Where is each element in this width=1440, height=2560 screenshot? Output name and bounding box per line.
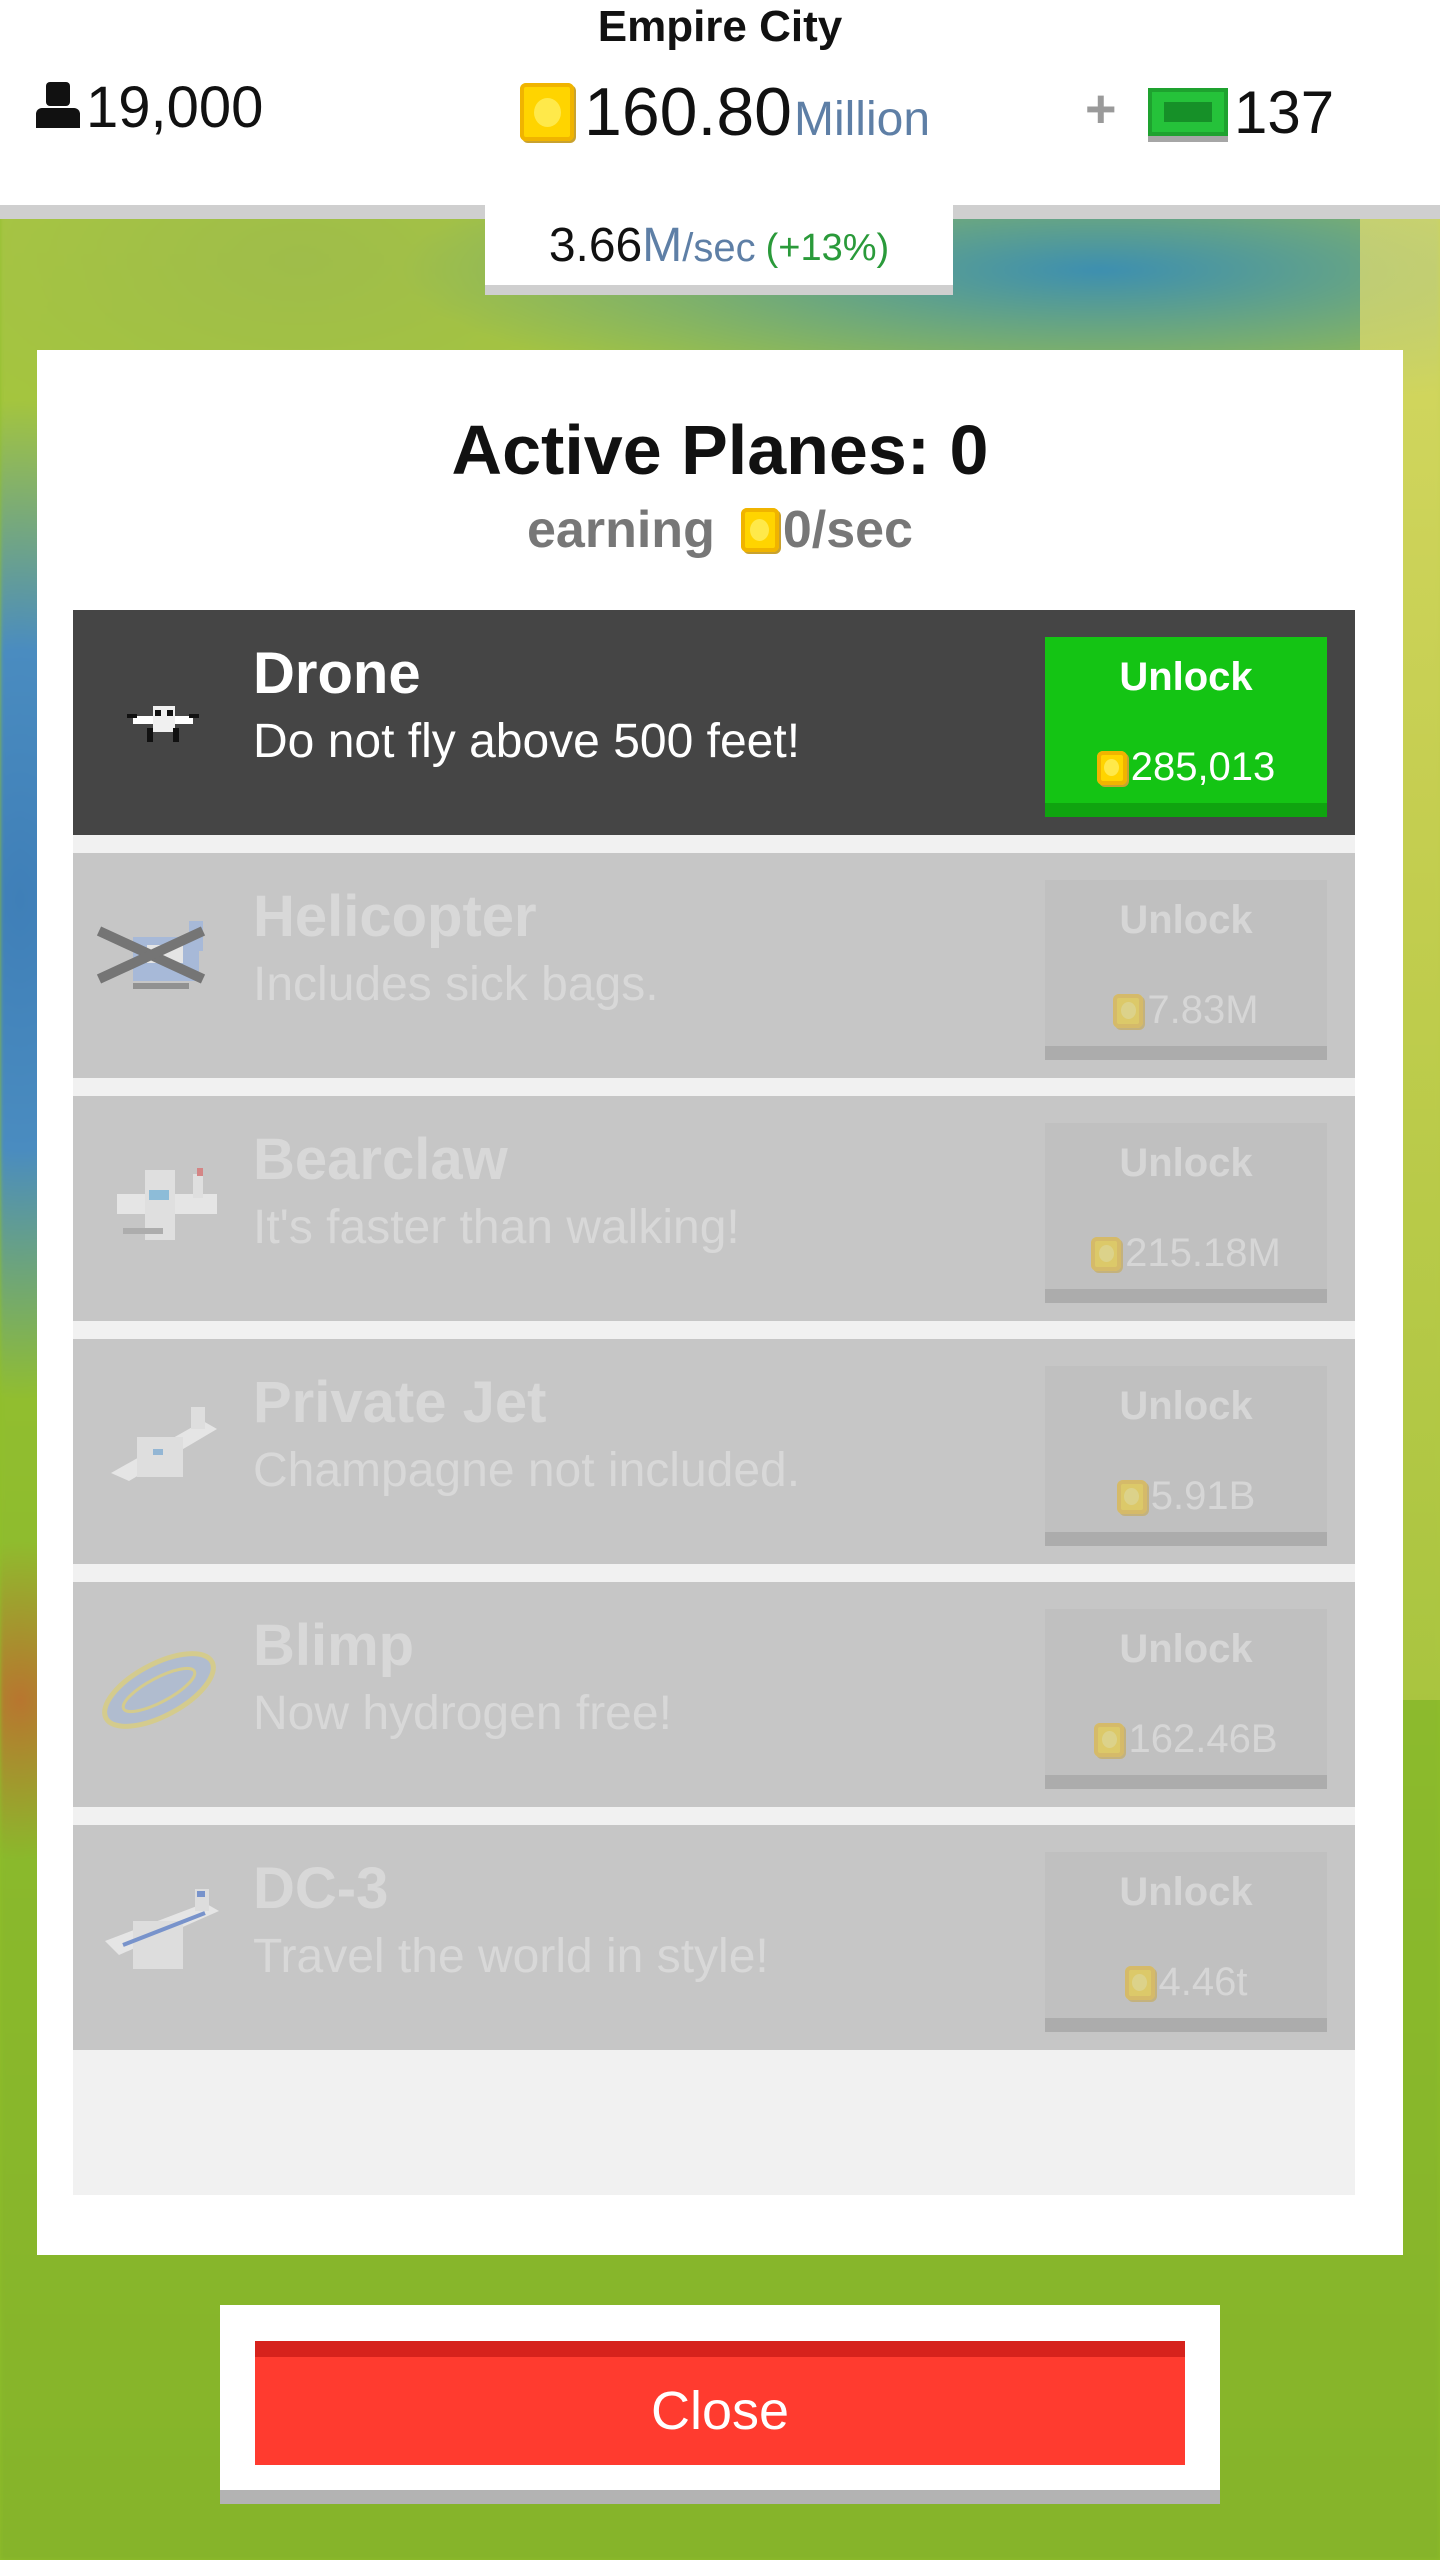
population-value: 19,000 <box>86 74 264 140</box>
earning-line: earning 0/sec <box>37 500 1403 560</box>
plane-name: Private Jet <box>253 1370 547 1435</box>
plane-description: It's faster than walking! <box>253 1201 740 1254</box>
unlock-price: 5.91B <box>1045 1474 1327 1519</box>
coin-icon <box>520 83 574 141</box>
income-bonus-percent: (+13%) <box>765 226 890 269</box>
blimp-icon <box>93 1620 233 1760</box>
coin-icon <box>1096 750 1127 785</box>
price-value: 5.91B <box>1150 1474 1256 1518</box>
helicopter-icon <box>93 891 233 1031</box>
coin-icon <box>1091 1236 1122 1271</box>
plane-description: Champagne not included. <box>253 1444 801 1497</box>
top-bar: Empire City 19,000 160.80 Million + 137 <box>0 0 1440 205</box>
money-unit: Million <box>793 92 931 146</box>
plane-row-drone: Drone Do not fly above 500 feet! Unlock … <box>73 610 1355 835</box>
plane-name: Bearclaw <box>253 1127 508 1192</box>
planes-panel: Active Planes: 0 earning 0/sec Drone Do … <box>37 350 1403 2255</box>
price-value: 285,013 <box>1130 745 1276 789</box>
coin-icon <box>1113 993 1144 1028</box>
cash-icon <box>1148 88 1228 136</box>
unlock-price: 285,013 <box>1045 745 1327 790</box>
plane-row-private-jet: Private Jet Champagne not included. Unlo… <box>73 1339 1355 1564</box>
money-display: 160.80 Million <box>520 72 930 152</box>
unlock-label: Unlock <box>1119 655 1253 699</box>
price-value: 7.83M <box>1147 988 1259 1032</box>
unlock-helicopter-button[interactable]: Unlock 7.83M <box>1045 880 1327 1060</box>
bucks-value: 137 <box>1234 78 1335 146</box>
unlock-price: 7.83M <box>1045 988 1327 1033</box>
unlock-label: Unlock <box>1119 898 1253 942</box>
unlock-label: Unlock <box>1119 1870 1253 1914</box>
unlock-price: 215.18M <box>1045 1231 1327 1276</box>
drone-icon <box>93 648 233 788</box>
coin-icon <box>1094 1722 1125 1757</box>
income-value: 3.66 <box>548 218 643 272</box>
plane-name: Helicopter <box>253 884 537 949</box>
plane-description: Now hydrogen free! <box>253 1687 672 1740</box>
bucks-display[interactable]: 137 <box>1148 72 1334 152</box>
plane-name: Drone <box>253 641 421 706</box>
unlock-drone-button[interactable]: Unlock 285,013 <box>1045 637 1327 817</box>
plane-name: Blimp <box>253 1613 415 1678</box>
plane-row-blimp: Blimp Now hydrogen free! Unlock 162.46B <box>73 1582 1355 1807</box>
close-button[interactable]: Close <box>255 2341 1185 2465</box>
unlock-label: Unlock <box>1119 1384 1253 1428</box>
close-button-frame: Close <box>220 2305 1220 2490</box>
coin-icon <box>1124 1965 1155 2000</box>
plane-row-bearclaw: Bearclaw It's faster than walking! Unloc… <box>73 1096 1355 1321</box>
close-frame-shadow <box>220 2490 1220 2504</box>
unlock-bearclaw-button[interactable]: Unlock 215.18M <box>1045 1123 1327 1303</box>
earning-label: earning <box>527 501 715 559</box>
income-rate-tab: 3.66 M /sec (+13%) <box>485 205 953 285</box>
unlock-label: Unlock <box>1119 1627 1253 1671</box>
planes-list[interactable]: Drone Do not fly above 500 feet! Unlock … <box>73 610 1355 2195</box>
private-jet-icon <box>93 1377 233 1517</box>
bearclaw-plane-icon <box>93 1134 233 1274</box>
plane-description: Includes sick bags. <box>253 958 659 1011</box>
unlock-label: Unlock <box>1119 1141 1253 1185</box>
earning-rate: 0/sec <box>782 501 913 559</box>
price-value: 4.46t <box>1158 1960 1248 2004</box>
coin-icon <box>1116 1479 1147 1514</box>
plane-description: Travel the world in style! <box>253 1930 769 1983</box>
plane-description: Do not fly above 500 feet! <box>253 715 801 768</box>
unlock-price: 162.46B <box>1045 1717 1327 1762</box>
plane-name: DC-3 <box>253 1856 389 1921</box>
coin-icon <box>740 508 779 552</box>
city-name: Empire City <box>597 2 843 51</box>
panel-title: Active Planes: 0 <box>451 411 989 489</box>
dc3-plane-icon <box>93 1863 233 2003</box>
price-value: 215.18M <box>1125 1231 1281 1275</box>
unlock-private-jet-button[interactable]: Unlock 5.91B <box>1045 1366 1327 1546</box>
price-value: 162.46B <box>1128 1717 1278 1761</box>
unlock-price: 4.46t <box>1045 1960 1327 2005</box>
plane-row-dc3: DC-3 Travel the world in style! Unlock 4… <box>73 1825 1355 2050</box>
population-icon <box>36 82 80 132</box>
population-display: 19,000 <box>36 72 263 142</box>
unlock-blimp-button[interactable]: Unlock 162.46B <box>1045 1609 1327 1789</box>
buy-bucks-plus-button[interactable]: + <box>1085 78 1117 140</box>
income-tab-shadow <box>485 285 953 295</box>
income-per-sec: /sec <box>682 225 756 270</box>
income-unit: M <box>642 218 683 272</box>
money-value: 160.80 <box>584 74 792 150</box>
plane-row-helicopter: Helicopter Includes sick bags. Unlock 7.… <box>73 853 1355 1078</box>
unlock-dc3-button[interactable]: Unlock 4.46t <box>1045 1852 1327 2032</box>
